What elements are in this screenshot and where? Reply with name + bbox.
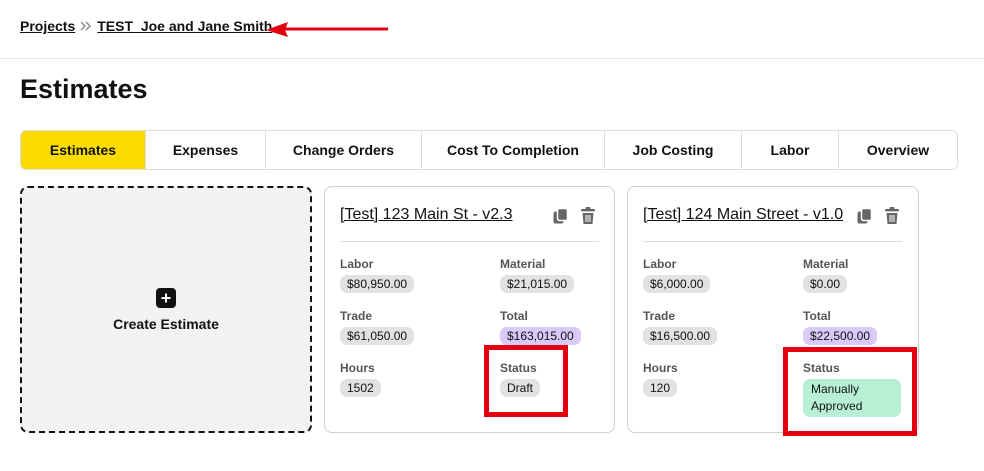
trade-value: $61,050.00 xyxy=(340,327,415,345)
labor-value: $6,000.00 xyxy=(643,275,711,293)
tab-job-costing[interactable]: Job Costing xyxy=(605,131,742,169)
hours-label: Hours xyxy=(643,361,678,375)
chevron-double-right-icon xyxy=(80,21,92,31)
status-field: Status Draft xyxy=(500,361,541,397)
material-field: Material $0.00 xyxy=(803,257,848,293)
total-field: Total $163,015.00 xyxy=(500,309,581,345)
tab-cost-to-completion[interactable]: Cost To Completion xyxy=(422,131,605,169)
material-value: $0.00 xyxy=(803,275,848,293)
tab-bar: Estimates Expenses Change Orders Cost To… xyxy=(20,130,958,170)
total-label: Total xyxy=(500,309,528,323)
tab-labor[interactable]: Labor xyxy=(742,131,839,169)
create-estimate-button[interactable]: Create Estimate xyxy=(20,186,312,433)
trade-field: Trade $61,050.00 xyxy=(340,309,415,345)
tab-overview[interactable]: Overview xyxy=(839,131,957,169)
trash-icon[interactable] xyxy=(580,207,596,230)
breadcrumb-project-link[interactable]: TEST_Joe and Jane Smith xyxy=(97,18,272,34)
status-label: Status xyxy=(803,361,840,375)
tab-estimates[interactable]: Estimates xyxy=(21,131,146,169)
material-label: Material xyxy=(803,257,849,271)
copy-icon[interactable] xyxy=(856,207,874,230)
total-value: $22,500.00 xyxy=(803,327,878,345)
status-label: Status xyxy=(500,361,537,375)
labor-value: $80,950.00 xyxy=(340,275,415,293)
tab-expenses[interactable]: Expenses xyxy=(146,131,266,169)
top-bar: Projects TEST_Joe and Jane Smith xyxy=(0,0,984,59)
trade-label: Trade xyxy=(340,309,373,323)
annotation-arrow-icon xyxy=(266,22,388,37)
labor-field: Labor $6,000.00 xyxy=(643,257,711,293)
status-field: Status Manually Approved xyxy=(803,361,901,417)
hours-field: Hours 120 xyxy=(643,361,678,397)
labor-label: Labor xyxy=(643,257,677,271)
labor-field: Labor $80,950.00 xyxy=(340,257,415,293)
hours-label: Hours xyxy=(340,361,375,375)
hours-value: 120 xyxy=(643,379,678,397)
status-badge: Manually Approved xyxy=(803,379,901,417)
material-value: $21,015.00 xyxy=(500,275,575,293)
create-estimate-label: Create Estimate xyxy=(113,315,219,332)
card-divider xyxy=(643,241,902,242)
plus-icon xyxy=(156,287,176,308)
estimate-card: [Test] 124 Main Street - v1.0 Labor $6,0… xyxy=(627,186,919,433)
breadcrumb-projects-link[interactable]: Projects xyxy=(20,18,75,34)
breadcrumb: Projects TEST_Joe and Jane Smith xyxy=(20,18,272,34)
trade-field: Trade $16,500.00 xyxy=(643,309,718,345)
estimate-title-link[interactable]: [Test] 123 Main St - v2.3 xyxy=(340,206,513,224)
total-label: Total xyxy=(803,309,831,323)
card-divider xyxy=(340,241,599,242)
copy-icon[interactable] xyxy=(552,207,570,230)
trade-value: $16,500.00 xyxy=(643,327,718,345)
material-field: Material $21,015.00 xyxy=(500,257,575,293)
estimate-card: [Test] 123 Main St - v2.3 Labor $80,950.… xyxy=(324,186,615,433)
labor-label: Labor xyxy=(340,257,374,271)
trade-label: Trade xyxy=(643,309,676,323)
hours-field: Hours 1502 xyxy=(340,361,381,397)
estimate-title-link[interactable]: [Test] 124 Main Street - v1.0 xyxy=(643,206,843,224)
tab-change-orders[interactable]: Change Orders xyxy=(266,131,422,169)
material-label: Material xyxy=(500,257,546,271)
hours-value: 1502 xyxy=(340,379,381,397)
page-title: Estimates xyxy=(20,74,148,104)
trash-icon[interactable] xyxy=(884,207,900,230)
total-field: Total $22,500.00 xyxy=(803,309,878,345)
status-badge: Draft xyxy=(500,379,541,397)
total-value: $163,015.00 xyxy=(500,327,581,345)
